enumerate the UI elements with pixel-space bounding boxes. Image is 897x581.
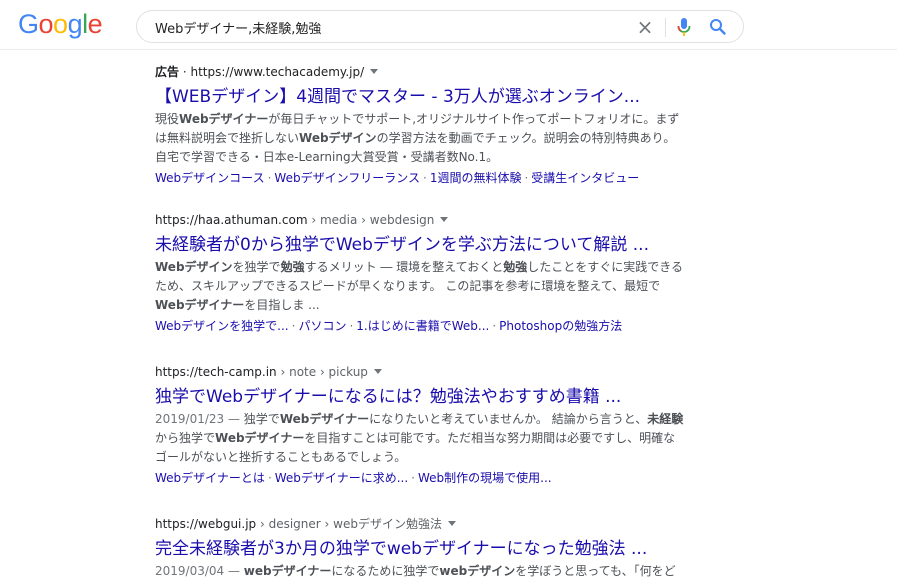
- result-breadcrumb: › designer › webデザイン勉強法: [259, 517, 442, 531]
- snippet-highlight: Webデザイン: [155, 260, 233, 274]
- result-url-line: https://tech-camp.in › note › pickup: [155, 364, 675, 380]
- search-result: 広告 · https://www.techacademy.jp/ 【WEBデザイ…: [155, 64, 679, 187]
- result-snippet: 2019/03/04 — webデザイナーになるために独学でwebデザインを学ぼ…: [155, 562, 685, 581]
- snippet-highlight: webデザイナー: [243, 564, 332, 578]
- snippet-text: 現役: [155, 112, 180, 126]
- ad-label: 広告: [155, 65, 180, 79]
- dropdown-arrow-icon[interactable]: [447, 521, 456, 526]
- result-title[interactable]: 独学でWebデザイナーになるには？勉強法やおすすめ書籍 ...: [155, 386, 675, 408]
- sitelinks: Webデザインコース · Webデザインフリーランス · 1週間の無料体験 · 受講生インタ…: [155, 169, 675, 187]
- result-date: 2019/03/04 —: [155, 564, 244, 578]
- dropdown-arrow-icon[interactable]: [440, 217, 449, 222]
- google-logo[interactable]: Google: [18, 9, 103, 40]
- sitelink-separator: ·: [422, 171, 427, 185]
- snippet-text: 独学で: [243, 412, 280, 426]
- microphone-icon[interactable]: [675, 17, 693, 37]
- snippet-highlight: 勉強: [503, 260, 528, 274]
- sitelink[interactable]: 1週間の無料体験: [430, 171, 522, 185]
- logo-letter: g: [67, 9, 83, 39]
- sitelink[interactable]: Webデザインコース: [155, 171, 265, 185]
- result-url[interactable]: https://webgui.jp: [155, 517, 256, 531]
- search-result: https://haa.athuman.com › media › webdes…: [155, 212, 683, 335]
- snippet-highlight: webデザイン: [439, 564, 516, 578]
- clear-icon[interactable]: ×: [634, 16, 656, 38]
- search-header: Google ×: [0, 0, 897, 50]
- snippet-text: になりたいと考えていませんか。 結論から言うと、: [369, 412, 648, 426]
- logo-letter: e: [87, 9, 103, 39]
- sitelink[interactable]: 受講生インタビュー: [531, 171, 639, 185]
- sitelink[interactable]: Web制作の現場で使用...: [418, 471, 552, 485]
- snippet-highlight: Webデザイナー: [279, 412, 370, 426]
- result-url-line: https://haa.athuman.com › media › webdes…: [155, 212, 675, 228]
- result-breadcrumb: › note › pickup: [280, 365, 368, 379]
- result-url[interactable]: https://tech-camp.in: [155, 365, 277, 379]
- sitelink[interactable]: Photoshopの勉強方法: [499, 319, 622, 333]
- sitelink[interactable]: 1.はじめに書籍でWeb...: [356, 319, 489, 333]
- result-title[interactable]: 【WEBデザイン】4週間でマスター - 3万人が選ぶオンライン...: [155, 86, 675, 108]
- sitelink-separator: ·: [291, 319, 296, 333]
- snippet-text: を独学で: [232, 260, 281, 274]
- snippet-highlight: Webデザイン: [299, 131, 377, 145]
- snippet-highlight: 勉強: [280, 260, 305, 274]
- logo-letter: o: [53, 9, 68, 39]
- sitelink-separator: ·: [349, 319, 354, 333]
- logo-letter: G: [18, 9, 39, 39]
- search-result: https://webgui.jp › designer › webデザイン勉強…: [155, 516, 676, 581]
- sitelink-separator: ·: [267, 171, 272, 185]
- result-title[interactable]: 完全未経験者が3か月の独学でwebデザイナーになった勉強法 ...: [155, 538, 675, 560]
- result-url[interactable]: https://www.techacademy.jp/: [190, 65, 364, 79]
- snippet-text: するメリット ― 環境を整えておくと: [304, 260, 504, 274]
- sitelink[interactable]: Webデザインを独学で...: [155, 319, 289, 333]
- sitelinks: Webデザイナーとは · Webデザイナーに求め... · Web制作の現場で使用...: [155, 469, 675, 487]
- search-icon[interactable]: [708, 17, 728, 37]
- result-snippet: Webデザインを独学で勉強するメリット ― 環境を整えておくと勉強したことをすぐ…: [155, 258, 685, 315]
- result-snippet: 2019/01/23 — 独学でWebデザイナーになりたいと考えていませんか。 …: [155, 410, 685, 467]
- result-breadcrumb: › media › webdesign: [311, 213, 435, 227]
- dropdown-arrow-icon[interactable]: [370, 69, 379, 74]
- result-snippet: 現役Webデザイナーが毎日チャットでサポート,オリジナルサイト作ってポートフォリ…: [155, 110, 685, 167]
- dropdown-arrow-icon[interactable]: [373, 369, 382, 374]
- snippet-text: から独学で: [155, 431, 216, 445]
- result-url[interactable]: https://haa.athuman.com: [155, 213, 308, 227]
- snippet-text: を目指しま ...: [244, 298, 320, 312]
- search-input[interactable]: [155, 17, 625, 37]
- sitelink-separator: ·: [267, 471, 272, 485]
- logo-letter: o: [38, 9, 54, 39]
- sitelink[interactable]: Webデザイナーとは: [155, 471, 265, 485]
- result-title[interactable]: 未経験者が0から独学でWebデザインを学ぶ方法について解説 ...: [155, 234, 675, 256]
- sitelink-separator: ·: [524, 171, 529, 185]
- result-url-line: https://webgui.jp › designer › webデザイン勉強…: [155, 516, 675, 532]
- sitelink[interactable]: Webデザイナーに求め...: [275, 471, 408, 485]
- sitelink-separator: ·: [492, 319, 497, 333]
- sitelink[interactable]: パソコン: [298, 319, 346, 333]
- result-date: 2019/01/23 —: [155, 412, 244, 426]
- snippet-highlight: 未経験: [647, 412, 684, 426]
- sitelink[interactable]: Webデザインフリーランス: [274, 171, 420, 185]
- ad-separator: ·: [179, 65, 191, 79]
- sitelink-separator: ·: [411, 471, 415, 485]
- snippet-text: を学ぼうと思っても、「何をど: [515, 564, 676, 578]
- sitelinks: Webデザインを独学で... · パソコン · 1.はじめに書籍でWeb... · Phot…: [155, 317, 675, 335]
- snippet-highlight: Webデザイナー: [179, 112, 269, 126]
- search-divider: [665, 18, 666, 37]
- search-result: https://tech-camp.in › note › pickup 独学で…: [155, 364, 683, 487]
- result-url-line: 広告 · https://www.techacademy.jp/: [155, 64, 675, 80]
- snippet-highlight: Webデザイナー: [215, 431, 305, 445]
- snippet-text: になるために独学で: [331, 564, 440, 578]
- search-box: ×: [136, 10, 744, 43]
- snippet-highlight: Webデザイナー: [155, 298, 245, 312]
